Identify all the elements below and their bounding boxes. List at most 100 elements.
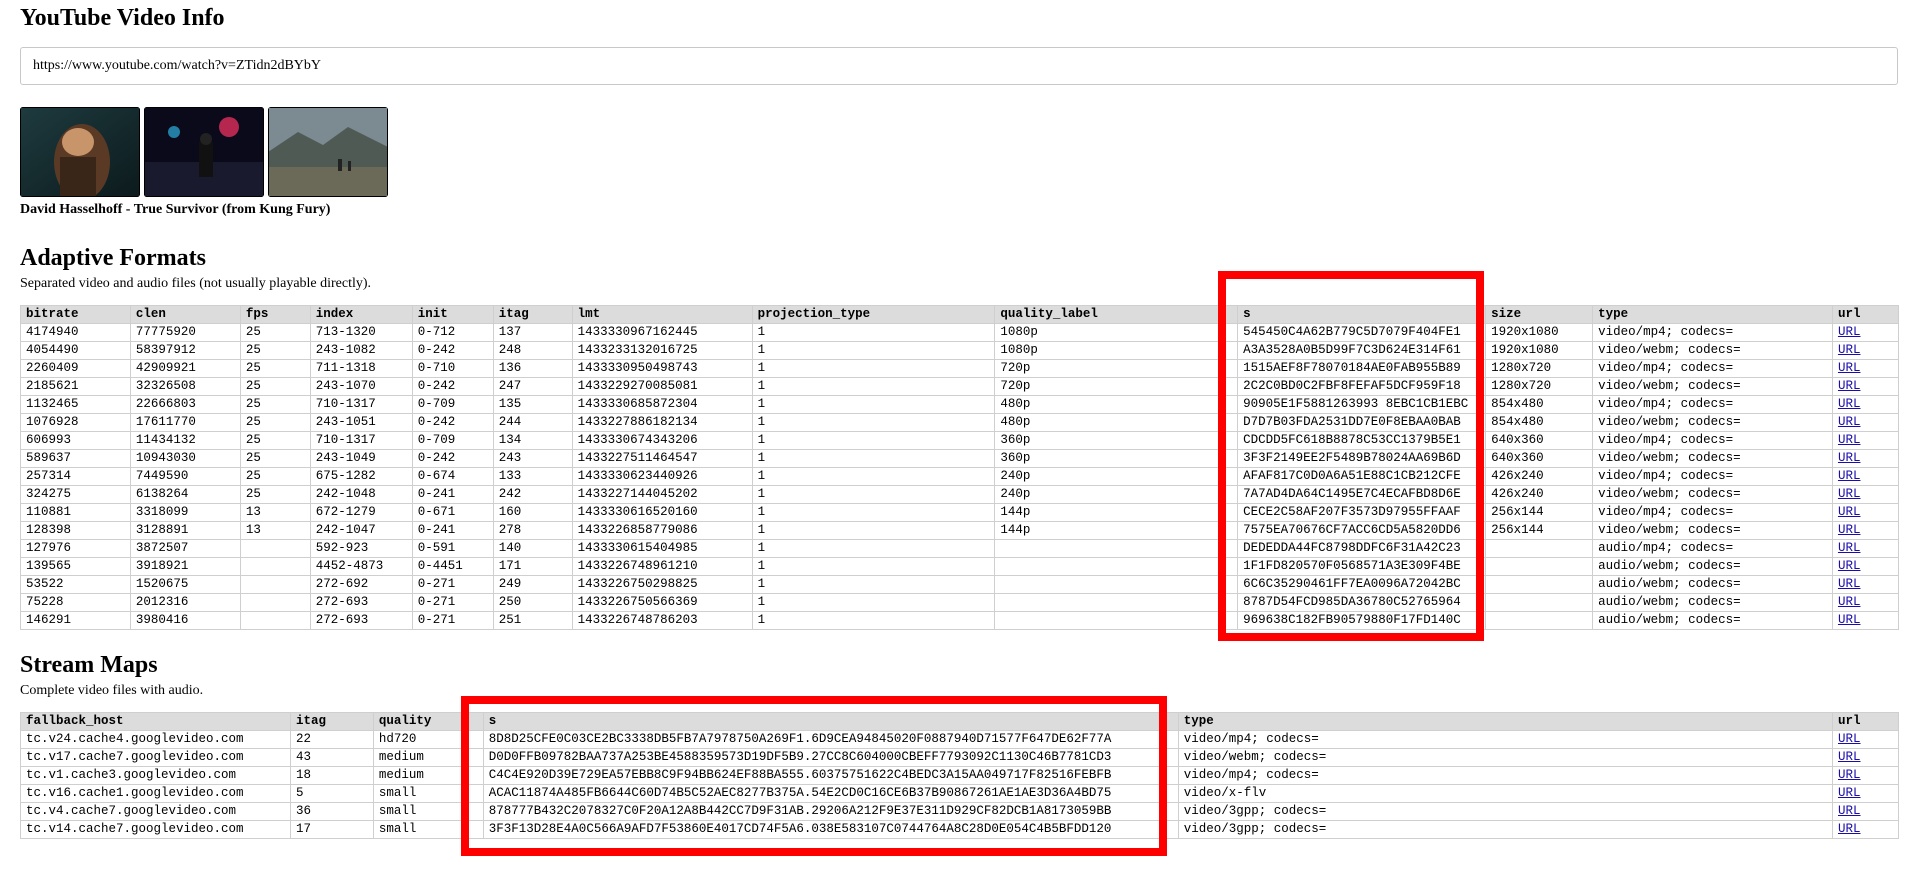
cell-lmt: 1433226750298825 [571,575,753,594]
cell-lmt: 1433227144045202 [571,485,753,504]
cell-size [1485,557,1594,576]
url-link[interactable]: URL [1838,523,1861,537]
cell-type: video/3gpp; codecs= [1177,802,1834,821]
url-link[interactable]: URL [1838,397,1861,411]
cell-projection-type: 1 [751,431,996,450]
adaptive-format-row: 1076928 17611770 25 243-1051 0-242 244 1433227… [20,413,1900,432]
cell-s: D0D0FFB09782BAA737A253BE4588359573D19DF5… [482,748,1179,767]
url-link[interactable]: URL [1838,415,1861,429]
cell-itag: 140 [492,539,573,558]
cell-init: 0-242 [411,449,494,468]
cell-fps: 25 [239,359,311,378]
cell-type: video/webm; codecs= [1592,413,1833,432]
cell-clen: 11434132 [129,431,241,450]
cell-lmt: 1433330674343206 [571,431,753,450]
url-link[interactable]: URL [1838,451,1861,465]
cell-s: 90905E1F5881263993 8EBC1CB1EBC [1237,395,1487,414]
url-link[interactable]: URL [1838,361,1861,375]
cell-type: video/webm; codecs= [1592,485,1833,504]
cell-lmt: 1433226748786203 [571,611,753,630]
cell-init: 0-712 [411,323,494,342]
cell-url: URL [1831,557,1900,576]
cell-lmt: 1433330623440926 [571,467,753,486]
cell-type: video/mp4; codecs= [1592,467,1833,486]
cell-s: 969638C182FB90579880F17FD140C [1237,611,1487,630]
cell-lmt: 1433233132016725 [571,341,753,360]
cell-projection-type: 1 [751,395,996,414]
cell-size: 854x480 [1485,395,1594,414]
cell-size: 256x144 [1485,521,1594,540]
cell-lmt: 1433227511464547 [571,449,753,468]
cell-index: 242-1047 [309,521,413,540]
url-link[interactable]: URL [1838,325,1861,339]
cell-index: 675-1282 [309,467,413,486]
cell-init: 0-709 [411,431,494,450]
url-input[interactable]: https://www.youtube.com/watch?v=ZTidn2dB… [20,47,1898,85]
cell-fps: 25 [239,413,311,432]
url-link[interactable]: URL [1838,559,1861,573]
cell-index: 243-1082 [309,341,413,360]
cell-fps [239,593,311,612]
url-link[interactable]: URL [1838,487,1861,501]
url-link[interactable]: URL [1838,433,1861,447]
cell-type: video/3gpp; codecs= [1177,820,1834,839]
cell-projection-type: 1 [751,449,996,468]
cell-url: URL [1831,521,1900,540]
url-link[interactable]: URL [1838,541,1861,555]
cell-type: video/mp4; codecs= [1592,359,1833,378]
cell-clen: 3128891 [129,521,241,540]
cell-itag: 22 [289,730,374,749]
cell-bitrate: 4174940 [20,323,131,342]
cell-projection-type: 1 [751,611,996,630]
cell-itag: 250 [492,593,573,612]
cell-fps [239,539,311,558]
url-link[interactable]: URL [1838,804,1861,818]
url-link[interactable]: URL [1838,595,1861,609]
cell-s: 2C2C0BD0C2FBF8FEFAF5DCF959F18 [1237,377,1487,396]
video-title: David Hasselhoff - True Survivor (from K… [20,202,331,217]
adaptive-format-row: 139565 3918921 4452-4873 0-4451 171 143322674… [20,557,1900,576]
cell-lmt: 1433226858779086 [571,521,753,540]
cell-fallback-host: tc.v24.cache4.googlevideo.com [20,730,291,749]
thumbnail-1[interactable] [20,107,140,197]
url-link[interactable]: URL [1838,822,1861,836]
cell-itag: 160 [492,503,573,522]
url-link[interactable]: URL [1838,750,1861,764]
cell-itag: 43 [289,748,374,767]
cell-itag: 137 [492,323,573,342]
cell-url: URL [1831,611,1900,630]
url-link[interactable]: URL [1838,577,1861,591]
cell-url: URL [1831,377,1900,396]
thumbnail-2[interactable] [144,107,264,197]
url-link[interactable]: URL [1838,343,1861,357]
url-link[interactable]: URL [1838,732,1861,746]
cell-init: 0-671 [411,503,494,522]
adaptive-format-row: 127976 3872507 592-923 0-591 140 143333061540… [20,539,1900,558]
cell-itag: 133 [492,467,573,486]
cell-fps: 13 [239,521,311,540]
cell-projection-type: 1 [751,413,996,432]
url-link[interactable]: URL [1838,613,1861,627]
cell-s: CECE2C58AF207F3573D97955FFAAF [1237,503,1487,522]
url-link[interactable]: URL [1838,505,1861,519]
stream-map-row: tc.v1.cache3.googlevideo.com 18 medium C4C4… [20,766,1899,785]
adaptive-format-row: 324275 6138264 25 242-1048 0-241 242 143322714… [20,485,1900,504]
cell-itag: 18 [289,766,374,785]
url-link[interactable]: URL [1838,379,1861,393]
cell-type: audio/webm; codecs= [1592,593,1833,612]
column-header-fps: fps [239,305,311,324]
thumbnail-3[interactable] [268,107,388,197]
cell-size [1485,539,1594,558]
url-link[interactable]: URL [1838,469,1861,483]
cell-s: D7D7B03FDA2531DD7E0F8EBAA0BAB [1237,413,1487,432]
cell-quality-label [994,539,1239,558]
column-header-type: type [1592,305,1833,324]
cell-quality-label: 144p [994,521,1239,540]
column-header-size: size [1485,305,1594,324]
url-link[interactable]: URL [1838,786,1861,800]
cell-index: 711-1318 [309,359,413,378]
cell-type: video/webm; codecs= [1592,341,1833,360]
url-link[interactable]: URL [1838,768,1861,782]
cell-init: 0-710 [411,359,494,378]
cell-quality-label: 144p [994,503,1239,522]
